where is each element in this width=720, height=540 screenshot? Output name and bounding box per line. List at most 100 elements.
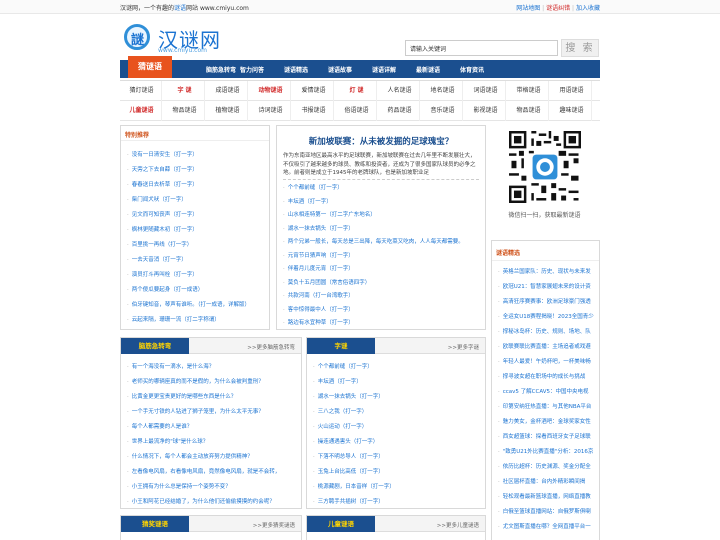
list-item[interactable]: 两个兄弟一般长，每天总是三出降，每天吃菜又吃肉，人人每天都需要。 (283, 237, 464, 249)
category-link[interactable]: 书报谜语 (294, 101, 334, 121)
list-item[interactable]: 小王拥有为什么总是保持一个姿势不变？ (127, 482, 231, 494)
list-item[interactable]: ccav5 了解CCAV5：中国中央电视 (498, 387, 589, 399)
list-item[interactable]: 依历比超杯：历史渊源、奖金分配全 (498, 462, 591, 474)
list-item[interactable]: 两个傻瓜要起身（打一成语） (127, 285, 204, 297)
list-item[interactable]: 三方聘手共插树（打一字） (313, 497, 384, 509)
category-link[interactable]: 字 谜 (165, 81, 205, 101)
category-link[interactable]: 成语谜语 (208, 81, 248, 101)
box-tab-children[interactable]: 儿童谜语 (307, 516, 375, 532)
list-item[interactable]: 三八之我（打一字） (313, 407, 368, 419)
category-link[interactable]: 音乐谜语 (423, 101, 463, 121)
nav-item-brain[interactable]: 脑筋急转弯 (206, 65, 236, 74)
nav-item-stories[interactable]: 谜语故事 (328, 65, 352, 74)
category-link[interactable]: 带格谜语 (509, 81, 549, 101)
list-item[interactable]: 丰坛酒（打一字） (283, 197, 332, 209)
list-item[interactable]: 英格兰国家队：历史、现状与未来发 (498, 267, 591, 279)
list-item[interactable]: 西女超篮球：探看西班牙女子足球联 (498, 432, 591, 444)
nav-item-selected[interactable]: 谜语精选 (284, 65, 308, 74)
list-item[interactable]: 共款河南（打一台湾歌手） (283, 291, 354, 303)
list-item[interactable]: 什么情况下，每个人都会主动放弃努力提供精神？ (127, 452, 253, 464)
list-item[interactable]: 年轻人最爱！午奶杯吧，一杯美味畅 (498, 357, 591, 369)
list-item[interactable]: 欧冠U21：智慧家展翅未来的设计资 (498, 282, 591, 294)
list-item[interactable]: 个个都前缝（打一字） (313, 362, 373, 374)
category-link[interactable]: 物品谜语 (509, 101, 549, 121)
list-item[interactable]: 社区届杯直播：台内外精彩瞬间揭 (498, 477, 586, 489)
more-link[interactable]: >>更多猜奖谜语 (253, 521, 295, 529)
list-item[interactable]: 轻松观看最新篮球直播，网络直播教 (498, 492, 591, 504)
box-tab-brain[interactable]: 脑筋急转弯 (121, 338, 189, 354)
nav-item-active[interactable]: 猜谜语 (128, 56, 172, 78)
category-link[interactable]: 猜灯谜语 (122, 81, 162, 101)
list-item[interactable]: 路边有水宜种草（打一字） (283, 318, 354, 330)
category-link[interactable]: 用语谜语 (552, 81, 592, 101)
list-item[interactable]: 操连通遇害头（打一字） (313, 437, 379, 449)
list-item[interactable]: 莫负十五月团圆（常言俗语四字） (283, 278, 371, 290)
feedback-link[interactable]: 谜语纠错 (546, 5, 570, 12)
list-item[interactable]: 高清狂序赛赛事：欧洲足球豪门强透 (498, 297, 591, 309)
list-item[interactable]: 老师买的哪辆座真的而不是假的，为什么会被判重刑？ (127, 377, 264, 389)
category-link[interactable]: 趣味谜语 (552, 101, 592, 121)
box-tab-zimi[interactable]: 字谜 (307, 338, 375, 354)
list-item[interactable]: 春春送日去析草（打一字） (127, 180, 198, 192)
list-item[interactable]: 元宵节日猜声响（打一字） (283, 251, 354, 263)
box-tab-prize[interactable]: 猜奖谜语 (121, 516, 189, 532)
list-item[interactable]: 见文而可知丧声（打一字） (127, 210, 198, 222)
list-item[interactable]: 云起来隔，珊珊一流（打二字称谓） (127, 315, 220, 327)
more-link[interactable]: >>更多字谜 (448, 343, 479, 351)
category-link[interactable]: 影视谜语 (466, 101, 506, 121)
list-item[interactable]: 每个人都需要的人是谁？ (127, 422, 193, 434)
category-link[interactable]: 物品谜语 (165, 101, 205, 121)
list-item[interactable]: 下落不明总导人（打一字） (313, 452, 384, 464)
category-link[interactable]: 动物谜语 (251, 81, 291, 101)
list-item[interactable]: 全运女U18赛程揭晓！2023全国青少 (498, 312, 594, 324)
search-button[interactable]: 搜 索 (561, 39, 599, 57)
list-item[interactable]: 天旁之下去自薛（打一字） (127, 165, 198, 177)
list-item[interactable]: 撑寻波女超在职场中的成长与挑战 (498, 372, 586, 384)
list-item[interactable]: 撑秘冰岛杯：历史、规则、场地、队 (498, 327, 591, 339)
list-item[interactable]: 演员打斗再叫栓（打一字） (127, 270, 198, 282)
list-item[interactable]: "致勇U21外比赛直播"分析：2016京 (498, 447, 594, 459)
nav-item-quiz[interactable]: 智力问答 (240, 65, 264, 74)
list-item[interactable]: 一去天音消（打一字） (127, 255, 187, 267)
category-link[interactable]: 词语谜语 (466, 81, 506, 101)
category-link[interactable]: 灯 谜 (337, 81, 377, 101)
list-item[interactable]: 枫林更随藏木初（打一字） (127, 225, 198, 237)
add-favorite-link[interactable]: 加入收藏 (576, 5, 600, 12)
list-item[interactable]: 没有一日清安生（打一字） (127, 150, 198, 162)
category-link[interactable]: 儿童谜语 (122, 101, 162, 121)
list-item[interactable]: 小王和阿花已经结婚了，为什么他们还偷偷摸摸的约会呢？ (127, 497, 275, 508)
list-item[interactable]: 百里挑一再线（打一字） (127, 240, 193, 252)
list-item[interactable]: 伯牙键知音，琴声有谁听。（打一成语，详解版） (127, 300, 250, 312)
list-item[interactable]: 印第安纳狂热直播：与其他NBA平台 (498, 402, 592, 414)
list-item[interactable]: 湖水一抹去锅头（打一字） (313, 392, 384, 404)
nav-item-latest[interactable]: 最新谜语 (416, 65, 440, 74)
list-item[interactable]: 尤文图斯直播在哪？全网直播平台一 (498, 522, 591, 534)
more-link[interactable]: >>更多脑筋急转弯 (247, 343, 295, 351)
category-link[interactable]: 诗词谜语 (251, 101, 291, 121)
category-link[interactable]: 爱情谜语 (294, 81, 334, 101)
list-item[interactable]: 湖水一抹去锅头（打一字） (283, 224, 354, 236)
list-item[interactable]: 客中惊得最中人（打一字） (283, 305, 354, 317)
list-item[interactable]: 个个都前缝（打一字） (283, 183, 343, 195)
list-item[interactable]: 一个手无寸铁的人钻进了狮子笼里，为什么太平无事？ (127, 407, 264, 419)
list-item[interactable]: 伴着月儿度元宵（打一字） (283, 264, 354, 276)
sitemap-link[interactable]: 网站地图 (516, 5, 540, 12)
list-item[interactable]: 欧联赛联比赛直播：主场追者或戏避 (498, 342, 591, 354)
list-item[interactable]: 火山运动（打一字） (313, 422, 368, 434)
category-link[interactable]: 地名谜语 (423, 81, 463, 101)
category-link[interactable]: 药品谜语 (380, 101, 420, 121)
category-link[interactable]: 人名谜语 (380, 81, 420, 101)
category-link[interactable]: 植物谜语 (208, 101, 248, 121)
slogan-highlight-link[interactable]: 谜语 (174, 5, 186, 12)
list-item[interactable]: 桃源藏剧，日本音样（打一字） (313, 482, 395, 494)
more-link[interactable]: >>更多儿童谜语 (437, 521, 479, 529)
list-item[interactable]: 魅力美女，金杯酒吧：金球奖家女性 (498, 417, 591, 429)
logo-icon[interactable]: 謎 (124, 24, 150, 50)
list-item[interactable]: 玉兔上台比高低（打一字） (313, 467, 384, 479)
search-input[interactable]: 请输入关键词 (405, 40, 558, 56)
qr-code-icon[interactable] (509, 131, 581, 203)
nav-item-details[interactable]: 谜语详解 (372, 65, 396, 74)
list-item[interactable]: 比黄金更更宝贵更好的是哪些东西是什么？ (127, 392, 237, 404)
list-item[interactable]: 丰坛酒（打一字） (313, 377, 362, 389)
list-item[interactable]: 山水相连特第一（打二字广东地名） (283, 210, 376, 222)
